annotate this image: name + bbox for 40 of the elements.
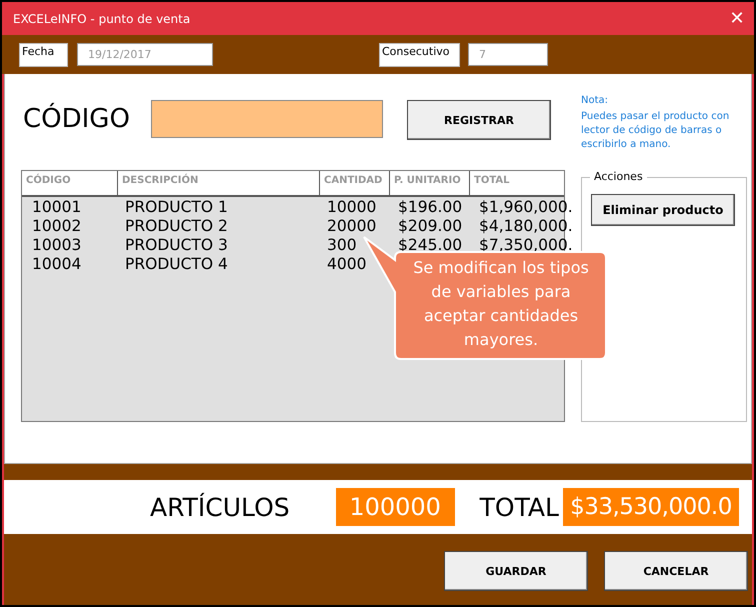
column-header: CANTIDAD: [320, 171, 390, 195]
table-cell-text: PRODUCTO 4: [124, 255, 229, 274]
total-amount: $33,530,000.0: [562, 488, 739, 526]
group-title: Acciones: [590, 170, 647, 183]
code-label: CÓDIGO: [23, 104, 131, 134]
save-button[interactable]: GUARDAR: [444, 551, 588, 591]
register-button[interactable]: REGISTRAR: [407, 100, 551, 140]
table-cell-text: $245.00: [397, 236, 464, 255]
total-label: TOTAL: [480, 492, 559, 522]
code-input[interactable]: [151, 100, 383, 138]
table-cell-text: 20000: [326, 217, 378, 236]
table-cell-text: 300: [326, 236, 358, 255]
table-cell-text: 10000: [326, 198, 378, 217]
table-cell-text: 10003: [31, 236, 82, 255]
column-header: CÓDIGO: [22, 171, 118, 195]
column-header: P. UNITARIO: [390, 171, 470, 195]
table-cell-text: PRODUCTO 3: [124, 236, 229, 255]
table-cell-text: 4000: [326, 255, 368, 274]
table-cell-text: 10004: [31, 255, 82, 274]
delete-button[interactable]: Eliminar producto: [591, 194, 735, 226]
table-cell-text: PRODUCTO 2: [124, 217, 229, 236]
close-button[interactable]: ✕: [720, 8, 754, 29]
table-cell-text: $196.00: [397, 198, 464, 217]
column-header: DESCRIPCIÓN: [118, 171, 320, 195]
table-cell-text: 10002: [31, 217, 82, 236]
table-cell-text: $4,180,000.: [478, 217, 573, 236]
table-cell-text: PRODUCTO 1: [124, 198, 229, 217]
column-header: TOTAL: [473, 174, 510, 188]
consecutive-label: Consecutivo: [379, 43, 460, 67]
items-count: 100000: [336, 488, 455, 526]
table-cell-text: 10001: [31, 198, 82, 217]
table-cell-text: $209.00: [397, 217, 464, 236]
table-cell-text: $1,960,000.: [478, 198, 573, 217]
note-title: Nota:: [581, 94, 610, 108]
note-text: Puedes pasar el producto con lector de código de barras o escribirlo a mano.: [581, 110, 730, 152]
table-cell-text: $7,350,000.: [478, 236, 573, 255]
window-title: EXCELeINFO - punto de venta: [13, 12, 190, 26]
cancel-button[interactable]: CANCELAR: [604, 551, 748, 591]
date-label: Fecha: [19, 43, 68, 67]
items-label: ARTÍCULOS: [150, 492, 290, 522]
